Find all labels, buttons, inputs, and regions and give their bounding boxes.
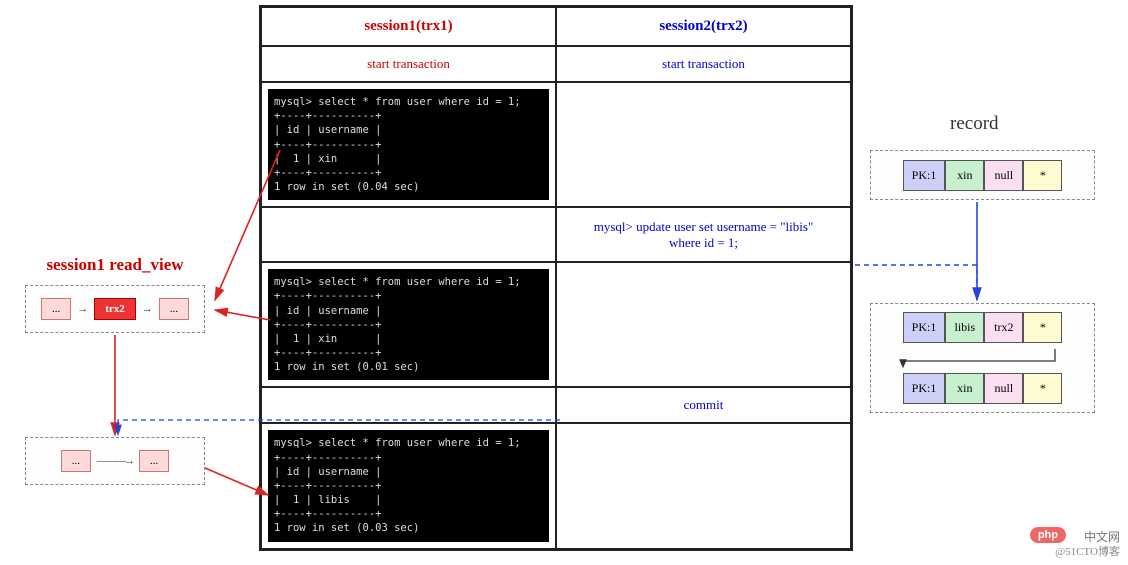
read-view-title: session1 read_view [25,255,205,275]
watermark-line-2: @51CTO博客 [1055,543,1120,559]
col-header-session2: session2(trx2) [556,7,851,46]
rec1-pk: PK:1 [903,160,946,191]
terminal-output-3: mysql> select * from user where id = 1; … [268,430,549,541]
col-header-session1: session1(trx1) [261,7,556,46]
rec2-ptr: * [1023,312,1062,343]
rec1-ptr: * [1023,160,1062,191]
rv1-chip-trx2: trx2 [94,298,136,320]
session-table: session1(trx1) session2(trx2) start tran… [259,5,853,551]
rv2-chip-1: ... [139,450,169,472]
php-badge: php [1030,527,1066,543]
s1-start-transaction: start transaction [261,46,556,82]
s2-empty-5 [556,423,851,548]
rec1-trx: null [984,160,1023,191]
rec3-ptr: * [1023,373,1062,404]
rec2-name: libis [945,312,984,343]
arrow-long-icon: ———→ [97,455,133,467]
rec2-trx: trx2 [984,312,1023,343]
rec3-pk: PK:1 [903,373,946,404]
record-v1: PK:1 xin null * [870,150,1095,200]
s2-update: mysql> update user set username = "libis… [556,207,851,262]
read-view-state-1: ... → trx2 → ... [25,285,205,333]
rec2-pk: PK:1 [903,312,946,343]
terminal-output-2: mysql> select * from user where id = 1; … [268,269,549,380]
rec3-trx: null [984,373,1023,404]
s2-start-transaction: start transaction [556,46,851,82]
rv2-chip-0: ... [61,450,91,472]
read-view-state-2: ... ———→ ... [25,437,205,485]
rec3-name: xin [945,373,984,404]
s2-empty-1 [556,82,851,207]
s1-select-3: mysql> select * from user where id = 1; … [261,423,556,548]
arrow-mini-icon: → [142,303,153,315]
s2-empty-3 [556,262,851,387]
s1-empty-4 [261,387,556,423]
rv1-chip-0: ... [41,298,71,320]
record-v2: PK:1 libis trx2 * PK:1 xin null * [870,303,1095,413]
rv1-chip-2: ... [159,298,189,320]
rollback-ptr-arrow-icon [885,347,1080,369]
arrow-mini-icon: → [77,303,88,315]
s1-select-2: mysql> select * from user where id = 1; … [261,262,556,387]
s1-empty-2 [261,207,556,262]
s1-select-1: mysql> select * from user where id = 1; … [261,82,556,207]
terminal-output-1: mysql> select * from user where id = 1; … [268,89,549,200]
record-title: record [950,113,999,135]
s2-commit: commit [556,387,851,423]
rec1-name: xin [945,160,984,191]
